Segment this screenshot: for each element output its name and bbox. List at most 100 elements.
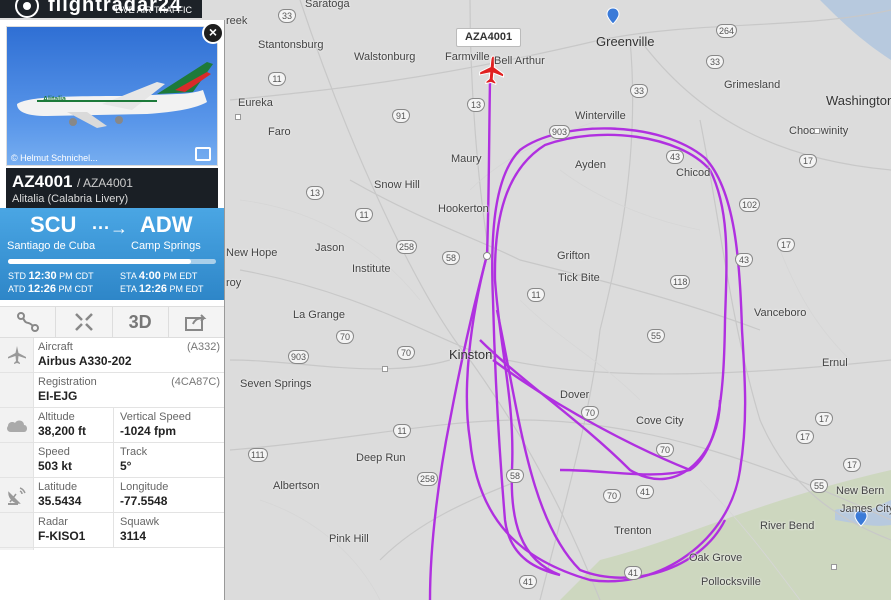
aircraft-row: Aircraft Airbus A330-202 (A332) [0,338,224,373]
longitude-cell: Longitude -77.5548 [120,481,168,508]
panel-toolbar: 3D [0,306,224,338]
sta-ampm: PM [163,271,177,281]
map-town-label: Seven Springs [240,378,312,390]
map-town-label: New Bern [836,485,885,497]
route-button[interactable] [0,307,57,337]
eta-ampm: PM [169,284,184,294]
radar-value: F-KISO1 [38,529,86,543]
map-town-label: Pink Hill [329,533,369,545]
track-cell: Track 5° [120,446,147,473]
registration-row: Registration EI-EJG (4CA87C) [0,373,224,408]
map-town-label: Deep Run [356,452,406,464]
track-value: 5° [120,459,132,473]
radar-row: Radar F-KISO1 Squawk 3114 [0,513,224,548]
map-town-label: Vanceboro [754,307,807,319]
highway-shield: 17 [843,458,861,472]
vertical-speed-value: -1024 fpm [120,424,177,438]
map-town-label: Cove City [636,415,684,427]
sta-tz: EDT [179,271,198,281]
atd-label: ATD [8,284,26,294]
highway-shield: 55 [647,329,665,343]
map-town-label: Grimesland [724,79,781,91]
altitude-value: 38,200 ft [38,424,87,438]
map-poi-marker[interactable] [814,128,820,134]
radar-label: Radar [38,516,68,528]
registration-hex-code: (4CA87C) [171,376,220,388]
highway-shield: 11 [393,424,411,438]
longitude-value: -77.5548 [120,494,168,508]
share-button[interactable] [169,307,224,337]
map-poi-marker[interactable] [831,564,837,570]
flightradar-window: Greenville Kinston Washington Saratoga S… [0,0,891,600]
highway-shield: 58 [442,251,460,265]
app-logo[interactable]: flightradar24 LIVE AIR TRAFFIC [0,0,202,18]
highway-shield: 41 [636,485,654,499]
map-poi-marker[interactable] [382,366,388,372]
map-town-label: Pollocksville [701,576,761,588]
radar-cell: Radar F-KISO1 [38,516,85,543]
map-town-label: James City [840,503,891,515]
speed-value: 503 kt [38,459,73,473]
map-town-label: New Hope [226,247,278,259]
center-aircraft-button[interactable] [56,307,113,337]
flight-progress-bar [8,259,216,264]
destination-code[interactable]: ADW [140,212,193,238]
svg-text:Alitalia: Alitalia [43,96,66,103]
altitude-label: Altitude [38,411,75,423]
aircraft-photo[interactable]: Alitalia © Helmut Schnichel... [6,26,218,166]
map-town-label: Maury [451,153,482,165]
highway-shield: 11 [268,72,286,86]
flight-callsign: / AZA4001 [76,176,133,190]
latitude-cell: Latitude 35.5434 [38,481,81,508]
vertical-speed-cell: Vertical Speed -1024 fpm [120,411,191,438]
aircraft-value: Airbus A330-202 [38,354,132,368]
map-town-label: Hookerton [438,203,489,215]
atd-time: 12:26 [27,283,56,295]
close-panel-button[interactable]: × [202,22,224,44]
registration-cell: Registration EI-EJG (4CA87C) [38,376,220,403]
highway-shield: 70 [336,330,354,344]
highway-shield: 102 [739,198,761,212]
sta-time: 4:00 [138,270,161,282]
squawk-value: 3114 [120,529,147,543]
highway-shield: 70 [581,406,599,420]
map-town-label: Farmville [445,51,490,63]
highway-shield: 58 [506,469,524,483]
highway-shield: 33 [278,9,296,23]
origin-code[interactable]: SCU [30,212,76,238]
std-time: 12:30 [28,270,57,282]
map-town-label: reek [226,15,248,27]
latitude-value: 35.5434 [38,494,82,508]
highway-shield: 17 [799,154,817,168]
highway-shield: 43 [666,150,684,164]
map-town-label: Bell Arthur [494,55,545,67]
radar-logo-icon [15,0,39,18]
eta-tz: EDT [185,284,204,294]
map-city-label: Washington [826,93,891,108]
center-icon [74,313,93,331]
map-town-label: River Bend [760,520,815,532]
squawk-cell: Squawk 3114 [120,516,159,543]
waypoint-dot [483,252,491,260]
map-city-label: Greenville [596,34,655,49]
flight-progress-fill [8,259,192,264]
position-row: Latitude 35.5434 Longitude -77.5548 [0,478,224,513]
open-photo-icon[interactable] [195,147,211,161]
altitude-row: Altitude 38,200 ft Vertical Speed -1024 … [0,408,224,443]
highway-shield: 118 [670,275,691,289]
highway-shield: 11 [527,288,545,302]
map-poi-marker[interactable] [235,114,241,120]
highway-shield: 70 [656,443,674,457]
plane-icon [0,338,34,372]
map-town-label: Eureka [238,97,273,109]
divider [113,443,114,477]
view-3d-button[interactable]: 3D [113,307,169,337]
departure-times: STD 12:30 PM CDT ATD 12:26 PM CDT [8,270,94,296]
flight-header: AZ4001 / AZA4001 Alitalia (Calabria Live… [6,168,218,208]
map-town-label: Ayden [575,159,606,171]
map-town-label: Saratoga [305,0,350,10]
map-town-label: Snow Hill [374,179,420,191]
flight-number: AZ4001 [12,172,73,191]
aircraft-callsign-tooltip[interactable]: AZA4001 [456,28,522,47]
arrival-times: STA 4:00 PM EDT ETA 12:26 PM EDT [120,270,204,296]
